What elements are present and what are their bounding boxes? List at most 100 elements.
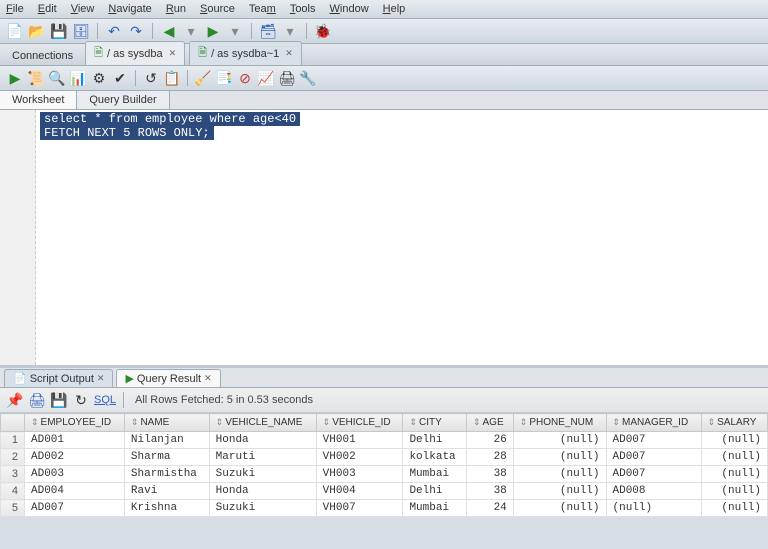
dbms-output-icon[interactable]: 🖨 [278, 69, 296, 87]
run-statement-icon[interactable]: ▶ [6, 69, 24, 87]
clear-icon[interactable]: 🧹 [194, 69, 212, 87]
back-icon[interactable]: ◀ [160, 22, 178, 40]
cell-name[interactable]: Sharma [124, 449, 209, 466]
cell-name[interactable]: Nilanjan [124, 432, 209, 449]
cell-salary[interactable]: (null) [701, 466, 767, 483]
cell-manager-id[interactable]: AD007 [606, 432, 701, 449]
cell-age[interactable]: 24 [466, 500, 513, 517]
cancel-icon[interactable]: ⊘ [236, 69, 254, 87]
pin-icon[interactable]: 📌 [6, 391, 24, 409]
tab-worksheet[interactable]: Worksheet [0, 91, 77, 109]
menu-tools[interactable]: Tools [290, 3, 316, 15]
cell-age[interactable]: 28 [466, 449, 513, 466]
sql-history-icon[interactable]: 📑 [215, 69, 233, 87]
cell-phone-num[interactable]: (null) [513, 449, 606, 466]
cell-salary[interactable]: (null) [701, 500, 767, 517]
cell-vehicle-name[interactable]: Honda [209, 432, 316, 449]
menu-help[interactable]: Help [383, 3, 406, 15]
table-row[interactable]: 3AD003SharmisthaSuzukiVH003Mumbai38(null… [1, 466, 768, 483]
undo-icon[interactable]: ↶ [105, 22, 123, 40]
db-icon[interactable]: 🗃 [259, 22, 277, 40]
cell-city[interactable]: Mumbai [403, 500, 467, 517]
new-icon[interactable]: 📄 [6, 22, 24, 40]
col-vehicle-id[interactable]: ⇕VEHICLE_ID [316, 414, 403, 432]
cell-name[interactable]: Ravi [124, 483, 209, 500]
explain-plan-icon[interactable]: 🔍 [48, 69, 66, 87]
dropdown-icon[interactable]: ▾ [182, 22, 200, 40]
cell-employee-id[interactable]: AD003 [25, 466, 125, 483]
cell-city[interactable]: Delhi [403, 432, 467, 449]
rownum[interactable]: 3 [1, 466, 25, 483]
menu-edit[interactable]: Edit [38, 3, 57, 15]
table-row[interactable]: 2AD002SharmaMarutiVH002kolkata28(null)AD… [1, 449, 768, 466]
table-row[interactable]: 5AD007KrishnaSuzukiVH007Mumbai24(null)(n… [1, 500, 768, 517]
close-icon[interactable]: ✕ [97, 373, 105, 384]
dropdown-icon[interactable]: ▾ [281, 22, 299, 40]
sql-tuning-icon[interactable]: ⚙ [90, 69, 108, 87]
dropdown-icon[interactable]: ▾ [226, 22, 244, 40]
run-script-icon[interactable]: 📜 [27, 69, 45, 87]
result-grid[interactable]: ⇕EMPLOYEE_ID ⇕NAME ⇕VEHICLE_NAME ⇕VEHICL… [0, 413, 768, 517]
cell-city[interactable]: kolkata [403, 449, 467, 466]
cell-vehicle-name[interactable]: Suzuki [209, 466, 316, 483]
open-icon[interactable]: 📂 [28, 22, 46, 40]
col-manager-id[interactable]: ⇕MANAGER_ID [606, 414, 701, 432]
commit-icon[interactable]: ✔ [111, 69, 129, 87]
sql-line-2[interactable]: FETCH NEXT 5 ROWS ONLY; [40, 126, 214, 140]
rownum[interactable]: 4 [1, 483, 25, 500]
col-name[interactable]: ⇕NAME [124, 414, 209, 432]
tab-script-output[interactable]: 📄 Script Output ✕ [4, 369, 113, 387]
col-vehicle-name[interactable]: ⇕VEHICLE_NAME [209, 414, 316, 432]
forward-icon[interactable]: ▶ [204, 22, 222, 40]
cell-salary[interactable]: (null) [701, 483, 767, 500]
cell-employee-id[interactable]: AD002 [25, 449, 125, 466]
rownum[interactable]: 5 [1, 500, 25, 517]
table-row[interactable]: 1AD001NilanjanHondaVH001Delhi26(null)AD0… [1, 432, 768, 449]
col-city[interactable]: ⇕CITY [403, 414, 467, 432]
cell-vehicle-id[interactable]: VH004 [316, 483, 403, 500]
close-icon[interactable]: ✕ [169, 48, 177, 59]
col-employee-id[interactable]: ⇕EMPLOYEE_ID [25, 414, 125, 432]
col-age[interactable]: ⇕AGE [466, 414, 513, 432]
result-grid-wrap[interactable]: ⇕EMPLOYEE_ID ⇕NAME ⇕VEHICLE_NAME ⇕VEHICL… [0, 413, 768, 517]
doc-tab-sysdba[interactable]: 🗎 / as sysdba ✕ [85, 41, 185, 65]
close-icon[interactable]: ✕ [285, 48, 293, 59]
bug-icon[interactable]: 🐞 [314, 22, 332, 40]
owa-icon[interactable]: 🔧 [299, 69, 317, 87]
cell-vehicle-id[interactable]: VH002 [316, 449, 403, 466]
cell-name[interactable]: Sharmistha [124, 466, 209, 483]
cell-phone-num[interactable]: (null) [513, 483, 606, 500]
close-icon[interactable]: ✕ [204, 373, 212, 384]
cell-vehicle-id[interactable]: VH003 [316, 466, 403, 483]
monitor-icon[interactable]: 📈 [257, 69, 275, 87]
sql-editor[interactable]: select * from employee where age<40 FETC… [0, 110, 768, 368]
cell-employee-id[interactable]: AD007 [25, 500, 125, 517]
rownum[interactable]: 1 [1, 432, 25, 449]
editor-content[interactable]: select * from employee where age<40 FETC… [40, 112, 300, 140]
table-row[interactable]: 4AD004RaviHondaVH004Delhi38(null)AD008(n… [1, 483, 768, 500]
cell-employee-id[interactable]: AD001 [25, 432, 125, 449]
rollback-icon[interactable]: ↺ [142, 69, 160, 87]
export-icon[interactable]: 💾 [50, 391, 68, 409]
sql-link[interactable]: SQL [94, 394, 116, 406]
cell-vehicle-name[interactable]: Honda [209, 483, 316, 500]
cell-phone-num[interactable]: (null) [513, 500, 606, 517]
cell-manager-id[interactable]: AD008 [606, 483, 701, 500]
menu-run[interactable]: Run [166, 3, 186, 15]
cell-manager-id[interactable]: AD007 [606, 466, 701, 483]
cell-age[interactable]: 38 [466, 466, 513, 483]
redo-icon[interactable]: ↷ [127, 22, 145, 40]
cell-salary[interactable]: (null) [701, 432, 767, 449]
save-all-icon[interactable]: 🗄 [72, 22, 90, 40]
unshared-icon[interactable]: 📋 [163, 69, 181, 87]
doc-tab-sysdba1[interactable]: 🗎 / as sysdba~1 ✕ [189, 41, 302, 65]
rownum[interactable]: 2 [1, 449, 25, 466]
cell-employee-id[interactable]: AD004 [25, 483, 125, 500]
tab-query-result[interactable]: ▶ Query Result ✕ [116, 369, 220, 387]
connections-label[interactable]: Connections [4, 47, 81, 65]
menu-navigate[interactable]: Navigate [108, 3, 151, 15]
cell-manager-id[interactable]: (null) [606, 500, 701, 517]
cell-phone-num[interactable]: (null) [513, 466, 606, 483]
cell-vehicle-id[interactable]: VH007 [316, 500, 403, 517]
cell-city[interactable]: Mumbai [403, 466, 467, 483]
